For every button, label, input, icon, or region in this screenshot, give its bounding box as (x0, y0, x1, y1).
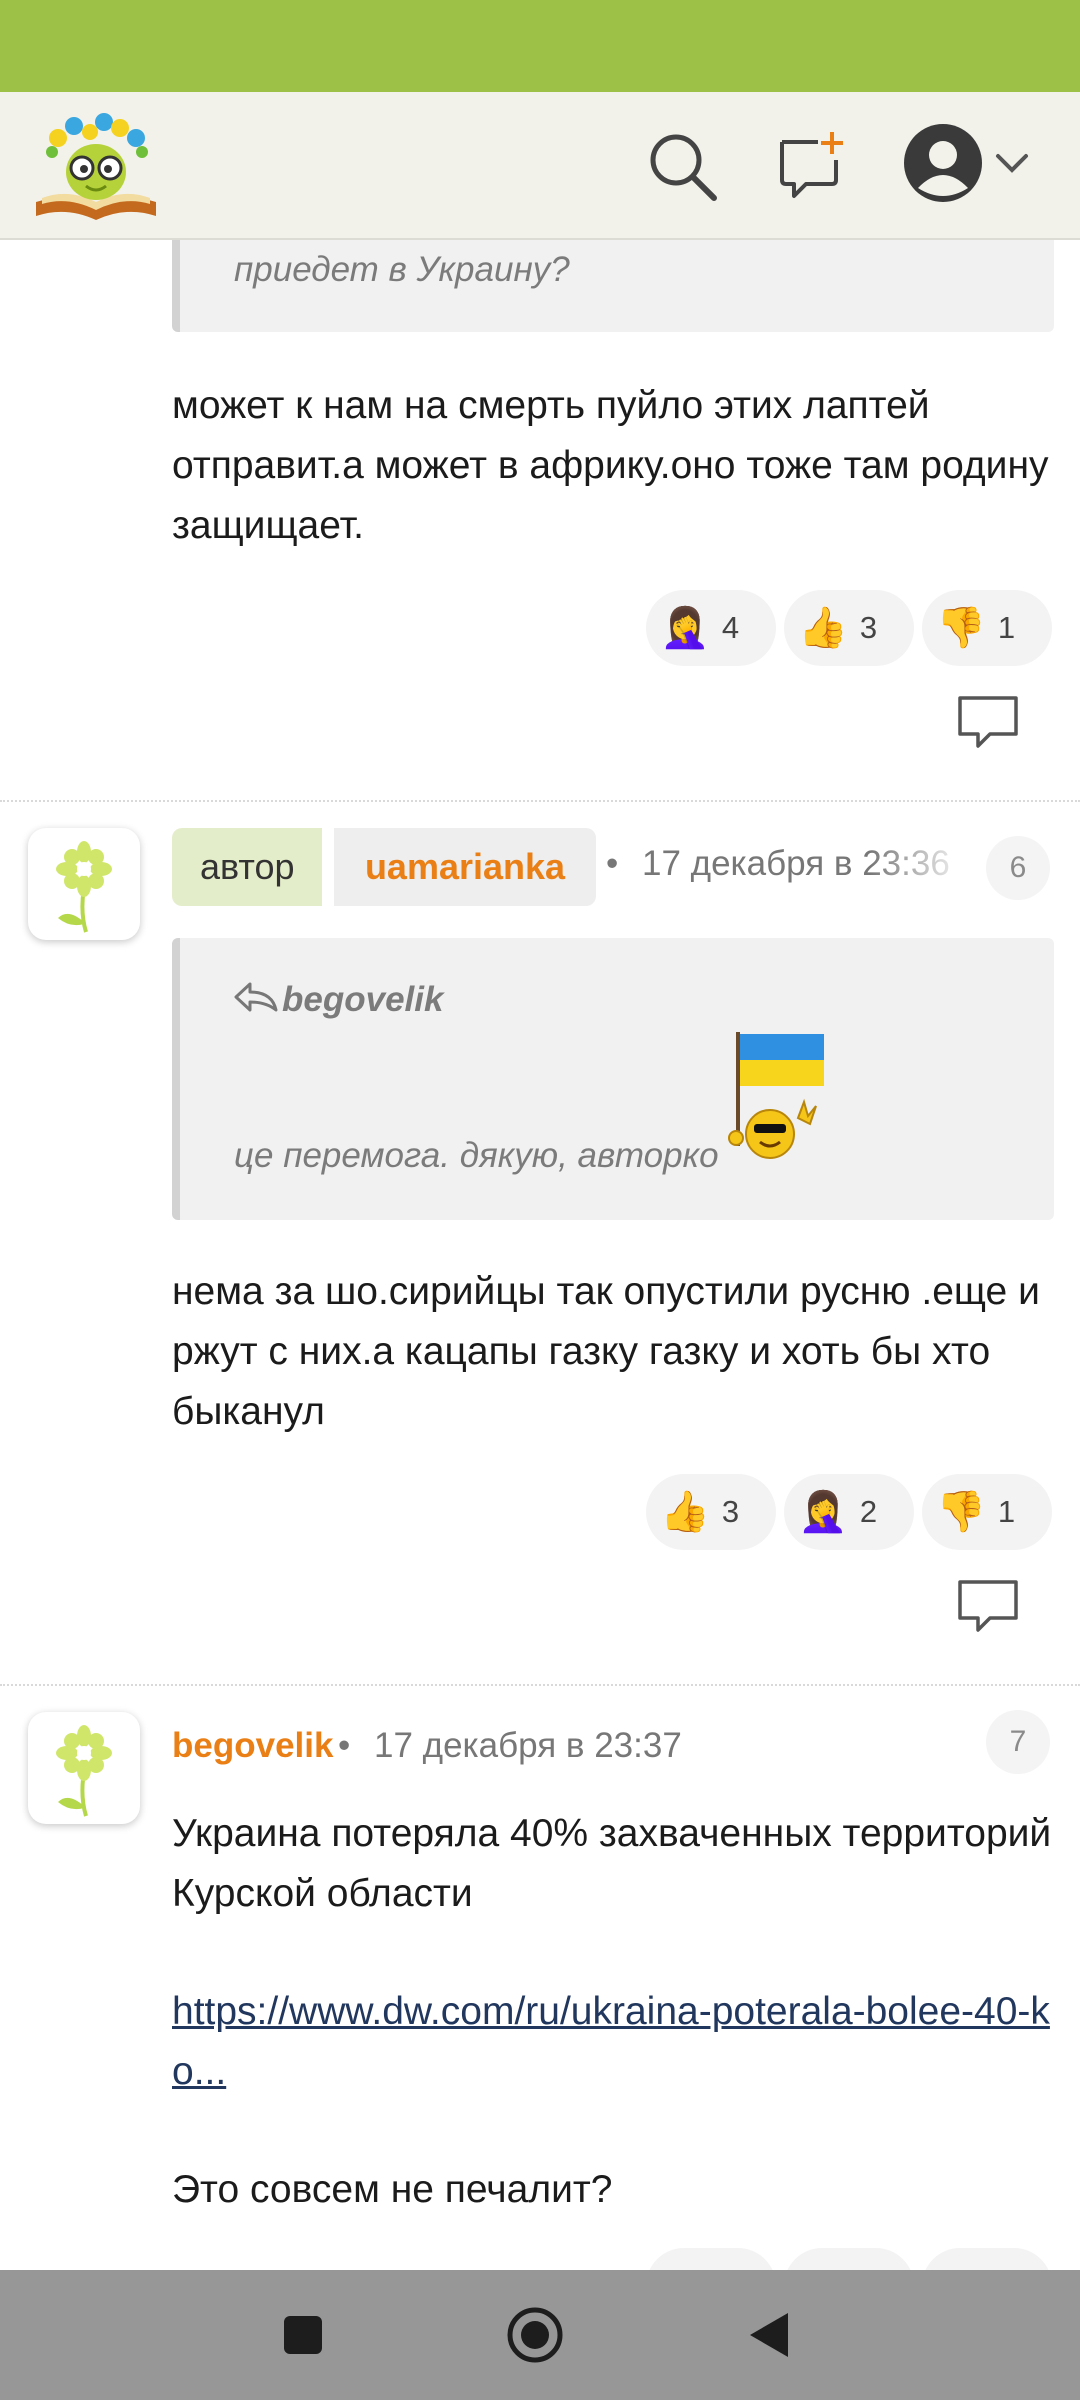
comment-text: Украина потеряла 40% захваченных террито… (172, 1804, 1052, 2220)
reaction-facepalm[interactable]: 🤦‍♀️ 2 (784, 1474, 914, 1550)
comment-username[interactable]: begovelik (172, 1726, 333, 1766)
comment-text: нема за шо.сирийцы так опустили русню .е… (172, 1270, 1040, 1433)
chevron-down-icon[interactable] (994, 150, 1030, 176)
app-header (0, 92, 1080, 240)
reaction-thumbs-down[interactable]: 👎 1 (922, 1474, 1052, 1550)
thumbs-up-icon: 👍 (798, 606, 848, 650)
reaction-count: 3 (721, 1494, 740, 1529)
comment-number[interactable]: 7 (986, 1710, 1050, 1774)
external-link[interactable]: https://www.dw.com/ru/ukraina-poterala-b… (172, 1982, 1052, 2102)
home-button[interactable] (506, 2306, 564, 2364)
reaction-thumbs-up[interactable]: 👍 3 (646, 1474, 776, 1550)
site-logo[interactable] (32, 106, 160, 224)
comment-meta: • 17 декабря в 23:37 (338, 1726, 682, 1766)
reaction-count: 2 (859, 1494, 878, 1529)
reaction-count: 3 (859, 610, 878, 645)
reply-icon[interactable] (956, 692, 1020, 752)
separator-dot: • (338, 1726, 351, 1765)
comment-text: может к нам на смерть пуйло этих лаптей … (172, 384, 1049, 547)
reaction-count: 1 (997, 610, 1016, 645)
reaction-thumbs-down[interactable]: 👎 1 (922, 590, 1052, 666)
quote-text: це перемога. дякую, авторко (234, 1136, 719, 1175)
facepalm-icon: 🤦‍♀️ (660, 606, 710, 650)
comment-number[interactable]: 6 (986, 836, 1050, 900)
system-nav-bar (0, 2270, 1080, 2400)
reaction-pill-partial[interactable] (922, 2248, 1052, 2270)
comment-timestamp: 17 декабря в 23:37 (374, 1726, 682, 1765)
reply-arrow-icon (234, 982, 278, 1012)
reaction-count: 1 (997, 1494, 1016, 1529)
quote-block: begovelik це перемога. дякую, авторко (172, 938, 1054, 1220)
ukraine-flag-smiley-icon (728, 1032, 824, 1159)
facepalm-icon: 🤦‍♀️ (798, 1490, 848, 1534)
quote-author[interactable]: begovelik (282, 980, 443, 1020)
reaction-thumbs-up[interactable]: 👍 3 (784, 590, 914, 666)
quote-text: приедет в Украину? (234, 250, 570, 289)
comment-text-line: Украина потеряла 40% захваченных террито… (172, 1812, 1052, 1915)
recents-button[interactable] (282, 2314, 324, 2356)
fade-overlay (870, 838, 970, 898)
reaction-count: 4 (721, 610, 740, 645)
comments-feed: приедет в Украину? может к нам на смерть… (0, 240, 1080, 2270)
back-button[interactable] (746, 2310, 792, 2360)
thumbs-down-icon: 👎 (936, 1490, 986, 1534)
comment-text-line: Это совсем не печалит? (172, 2168, 613, 2211)
avatar[interactable] (28, 1712, 140, 1824)
avatar[interactable] (28, 828, 140, 940)
reply-icon[interactable] (956, 1576, 1020, 1636)
new-message-icon[interactable] (772, 126, 852, 206)
search-icon[interactable] (642, 126, 722, 206)
comment-divider (0, 800, 1080, 802)
quote-block: приедет в Украину? (172, 240, 1054, 332)
account-icon[interactable] (902, 122, 984, 204)
separator-dot: • (606, 844, 619, 883)
reaction-pill-partial[interactable] (784, 2248, 914, 2270)
status-bar (0, 0, 1080, 92)
comment-divider (0, 1684, 1080, 1686)
thumbs-up-icon: 👍 (660, 1490, 710, 1534)
comment-username[interactable]: uamarianka (334, 828, 596, 906)
reaction-pill-partial[interactable] (646, 2248, 776, 2270)
reaction-facepalm[interactable]: 🤦‍♀️ 4 (646, 590, 776, 666)
thumbs-down-icon: 👎 (936, 606, 986, 650)
author-badge: автор (172, 828, 323, 906)
